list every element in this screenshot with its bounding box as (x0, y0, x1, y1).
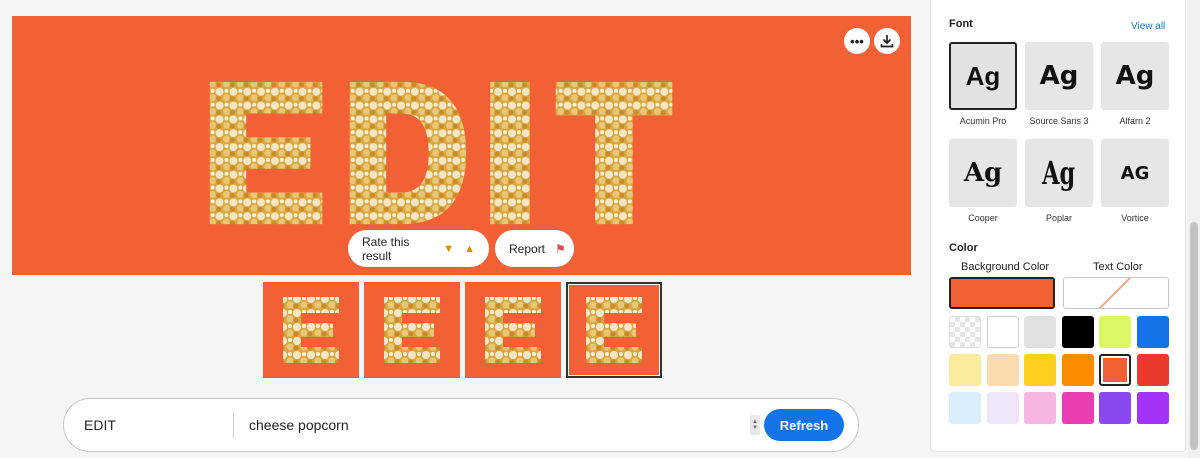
background-color-selector[interactable] (949, 277, 1055, 309)
letter-e (200, 74, 332, 232)
scroll-stepper[interactable]: ▲ ▼ (750, 415, 760, 435)
rate-result-pill: Rate this result ▼ ▲ (348, 230, 489, 267)
download-icon[interactable] (874, 28, 900, 54)
text-input[interactable]: EDIT (64, 412, 234, 438)
font-name-label: Alfarn 2 (1119, 116, 1151, 126)
options-panel: Font View all Ag Ag Ag Acumin Pro Source… (930, 0, 1186, 452)
color-swatch[interactable] (949, 392, 981, 424)
font-card-source-sans-3[interactable]: Ag (1025, 42, 1093, 110)
letter-d (340, 74, 472, 232)
color-section-label: Color (949, 242, 978, 254)
color-swatch[interactable] (949, 316, 981, 348)
color-swatch[interactable] (1099, 354, 1131, 386)
font-sample: Ag (1042, 154, 1076, 192)
scrollbar[interactable] (1188, 0, 1200, 458)
variation-thumbnails (263, 282, 662, 378)
text-color-label: Text Color (1093, 261, 1143, 273)
prompt-bar: EDIT cheese popcorn ▲ ▼ Refresh (63, 398, 859, 452)
font-sample: Ag (1115, 61, 1155, 91)
color-swatch[interactable] (1024, 354, 1056, 386)
preview-canvas: ••• Rate this result ▼ ▲ Report ⚑ (12, 16, 911, 275)
color-swatch[interactable] (986, 392, 1019, 424)
color-swatch[interactable] (949, 354, 981, 386)
thumbs-down-icon[interactable]: ▼ (443, 243, 454, 255)
font-name-label: Vortice (1121, 213, 1149, 223)
font-name-label: Poplar (1045, 213, 1072, 223)
font-card-cooper[interactable]: Ag (949, 139, 1017, 207)
color-swatch[interactable] (1061, 354, 1094, 386)
scrollbar-thumb[interactable] (1190, 222, 1198, 450)
variation-thumbnail[interactable] (465, 282, 561, 378)
text-effect-preview (200, 74, 680, 232)
refresh-button[interactable]: Refresh (764, 409, 844, 441)
font-card-acumin-pro[interactable]: Ag (949, 42, 1017, 110)
text-color-selector[interactable] (1063, 277, 1169, 309)
rate-label: Rate this result (362, 234, 410, 263)
variation-thumbnail-selected[interactable] (566, 282, 662, 378)
font-name-label: Source Sans 3 (1029, 116, 1089, 126)
font-section-label: Font (949, 18, 973, 30)
font-card-poplar[interactable]: Ag (1025, 139, 1093, 207)
font-sample: Ag (1039, 61, 1079, 91)
letter-t (548, 74, 680, 232)
flag-icon: ⚑ (555, 241, 566, 256)
color-swatch[interactable] (1061, 316, 1094, 348)
font-sample: AG (1120, 162, 1150, 184)
color-swatch[interactable] (1136, 316, 1169, 348)
font-sample: Ag (965, 60, 1001, 91)
color-swatch[interactable] (1136, 354, 1169, 386)
font-card-alfarn-2[interactable]: Ag (1101, 42, 1169, 110)
font-card-vortice[interactable]: AG (1101, 139, 1169, 207)
font-name-label: Cooper (968, 213, 998, 223)
font-sample: Ag (963, 158, 1003, 188)
style-prompt-input[interactable]: cheese popcorn (234, 417, 750, 433)
chevron-down-icon[interactable]: ▼ (752, 425, 758, 431)
background-color-label: Background Color (961, 261, 1050, 273)
color-swatch[interactable] (986, 316, 1019, 348)
thumbs-up-icon[interactable]: ▲ (464, 243, 475, 255)
more-options-button[interactable]: ••• (844, 28, 870, 54)
color-swatch[interactable] (1024, 392, 1056, 424)
color-swatch[interactable] (1061, 392, 1094, 424)
variation-thumbnail[interactable] (364, 282, 460, 378)
variation-thumbnail[interactable] (263, 282, 359, 378)
color-swatch[interactable] (1136, 392, 1169, 424)
color-swatch[interactable] (1024, 316, 1056, 348)
letter-i (480, 74, 540, 232)
report-label: Report (509, 241, 546, 256)
color-swatch[interactable] (986, 354, 1019, 386)
view-all-fonts-link[interactable]: View all (1131, 21, 1165, 32)
color-swatch[interactable] (1099, 316, 1131, 348)
font-name-label: Acumin Pro (959, 116, 1007, 126)
color-swatch[interactable] (1099, 392, 1131, 424)
report-button[interactable]: Report ⚑ (495, 230, 574, 267)
